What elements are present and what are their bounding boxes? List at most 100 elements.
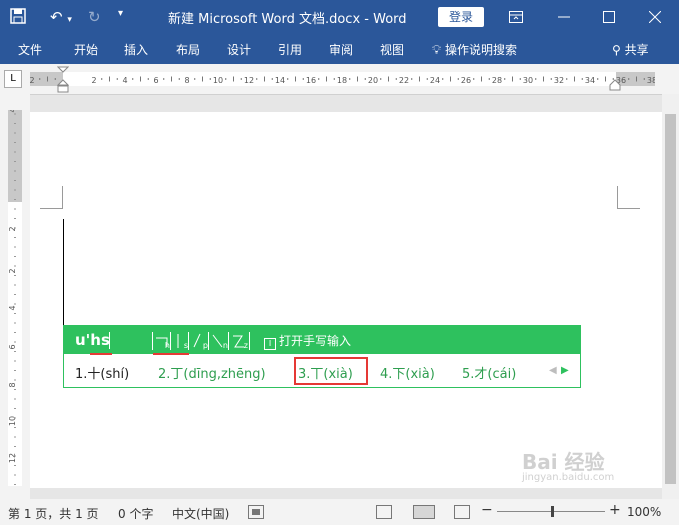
ime-input-underline — [90, 353, 112, 355]
page-count[interactable]: 第 1 页，共 1 页 — [8, 505, 99, 522]
handwrite-input-button[interactable]: I 打开手写输入 — [264, 332, 351, 350]
ruler-label: 14 — [275, 76, 285, 85]
horizontal-ruler[interactable]: 2 2 4 6 8 10 12 14 16 18 20 22 24 26 28 30 32 34 36 38 — [30, 72, 655, 86]
candidate-5[interactable]: 5.才(cái) — [462, 363, 516, 382]
ruler-label: 10 — [213, 76, 223, 85]
close-icon[interactable] — [633, 0, 677, 34]
ruler-label: 30 — [523, 76, 533, 85]
stroke-key-n[interactable]: n — [208, 332, 229, 350]
scrollbar-thumb[interactable] — [665, 114, 676, 484]
candidate-3[interactable]: 3.丅(xià) — [298, 363, 353, 382]
ruler-label: 16 — [306, 76, 316, 85]
save-icon[interactable] — [10, 8, 26, 28]
indent-markers-icon[interactable] — [57, 66, 69, 94]
ruler-label: 2 — [8, 226, 17, 231]
crop-mark-top-right — [617, 186, 640, 209]
tab-stop-selector[interactable]: L — [4, 70, 22, 88]
window-title: 新建 Microsoft Word 文档.docx - Word — [168, 12, 407, 27]
ruler-label: 4 — [8, 305, 17, 310]
tab-insert[interactable]: 插入 — [124, 41, 148, 58]
tab-references[interactable]: 引用 — [278, 41, 302, 58]
vertical-scrollbar[interactable] — [662, 94, 679, 499]
next-page-icon[interactable]: ▶ — [561, 365, 569, 376]
watermark-url: jingyan.baidu.com — [522, 472, 615, 483]
ruler-label: 4 — [8, 110, 17, 113]
vertical-ruler-ticks: 4 2 2 4 6 8 10 12 — [8, 110, 17, 485]
stroke-key-z[interactable]: z — [228, 332, 250, 350]
candidate-2[interactable]: 2.丁(dīng,zhēng) — [158, 363, 266, 382]
stroke-key-s[interactable]: s — [170, 332, 189, 350]
ime-composition: u'hs — [75, 331, 110, 349]
tab-view[interactable]: 视图 — [380, 41, 404, 58]
tell-me-search[interactable]: 💡︎ 操作说明搜索 — [432, 41, 517, 58]
redo-icon[interactable]: ↻ — [88, 8, 101, 26]
watermark-logo: Bai 经验 — [522, 450, 605, 474]
word-count[interactable]: 0 个字 — [118, 505, 153, 522]
tab-design[interactable]: 设计 — [227, 41, 251, 58]
text-cursor — [63, 219, 64, 325]
candidate-4[interactable]: 4.下(xià) — [380, 363, 435, 382]
ruler-label: 8 — [8, 382, 17, 387]
person-icon: ⚲ — [612, 43, 621, 57]
language[interactable]: 中文(中国) — [172, 505, 229, 522]
ime-caret — [109, 332, 110, 349]
zoom-out-icon[interactable]: − — [481, 502, 493, 518]
print-layout-icon[interactable] — [413, 505, 435, 519]
ruler-label: 38 — [647, 76, 655, 85]
ruler-label: 12 — [244, 76, 254, 85]
vertical-ruler-bar: 4 2 2 4 6 8 10 12 — [0, 94, 30, 499]
zoom-in-icon[interactable]: + — [609, 502, 621, 518]
ruler-label: 18 — [337, 76, 347, 85]
ruler-label: 26 — [461, 76, 471, 85]
ruler-label: 2 — [91, 76, 96, 85]
share-label: 共享 — [624, 43, 649, 57]
ruler-label: 10 — [8, 416, 17, 426]
vertical-ruler[interactable]: 4 2 2 4 6 8 10 12 — [8, 110, 22, 486]
tab-layout[interactable]: 布局 — [176, 41, 200, 58]
title-bar: ↶ ▾ ↻ ▾ 新建 Microsoft Word 文档.docx - Word… — [0, 0, 679, 34]
login-button[interactable]: 登录 — [438, 7, 484, 27]
right-indent-marker-icon[interactable] — [609, 78, 621, 92]
tab-file[interactable]: 文件 — [18, 41, 42, 58]
ribbon-display-options-icon[interactable] — [494, 0, 538, 34]
maximize-icon[interactable] — [587, 0, 631, 34]
ruler-label: 2 — [8, 268, 17, 273]
read-mode-icon[interactable] — [376, 505, 392, 519]
share-button[interactable]: ⚲ 共享 — [612, 41, 649, 58]
ime-input-bar: u'hs h s p n z I 打开手写输入 — [64, 326, 580, 354]
tell-me-label: 操作说明搜索 — [444, 43, 517, 57]
undo-icon[interactable]: ↶ ▾ — [50, 8, 72, 26]
ruler-label: 6 — [153, 76, 158, 85]
zoom-slider-thumb[interactable] — [551, 506, 554, 517]
ruler-label: 8 — [184, 76, 189, 85]
status-bar: 第 1 页，共 1 页 0 个字 中文(中国) − + 100% — [0, 499, 679, 525]
ruler-label: 24 — [430, 76, 440, 85]
ribbon-tabs: 文件 开始 插入 布局 设计 引用 审阅 视图 💡︎ 操作说明搜索 ⚲ 共享 — [0, 34, 679, 64]
crop-mark-top-left — [40, 186, 63, 209]
prev-page-icon[interactable]: ◀ — [549, 365, 557, 376]
ruler-label: 12 — [8, 453, 17, 463]
document-page[interactable] — [30, 112, 662, 488]
minimize-icon[interactable] — [542, 0, 586, 34]
tab-review[interactable]: 审阅 — [329, 41, 353, 58]
ruler-label: 4 — [122, 76, 127, 85]
horizontal-ruler-bar: L 2 2 4 6 8 10 12 14 16 18 20 22 24 26 28 30 32 34 36 38 — [0, 64, 679, 95]
horizontal-ruler-ticks: 2 2 4 6 8 10 12 14 16 18 20 22 24 26 28 30 32 34 36 38 — [30, 76, 655, 85]
ruler-label: 2 — [30, 76, 35, 85]
candidate-1[interactable]: 1.十(shí) — [75, 363, 129, 382]
stroke-key-p[interactable]: p — [188, 332, 209, 350]
zoom-level[interactable]: 100% — [627, 505, 661, 519]
ruler-label: 20 — [368, 76, 378, 85]
baidu-watermark: Bai 经验 jingyan.baidu.com — [492, 446, 642, 492]
handwrite-label: 打开手写输入 — [279, 334, 352, 348]
tab-home[interactable]: 开始 — [74, 41, 98, 58]
ruler-label: 28 — [492, 76, 502, 85]
ime-stroke-underline — [153, 353, 189, 355]
handwrite-icon: I — [264, 338, 276, 350]
stroke-key-h[interactable]: h — [152, 332, 171, 350]
macro-record-icon[interactable] — [248, 505, 264, 522]
ruler-label: 34 — [585, 76, 595, 85]
web-layout-icon[interactable] — [454, 505, 470, 519]
lightbulb-icon: 💡︎ — [432, 43, 442, 58]
customize-qat-icon[interactable]: ▾ — [118, 8, 123, 19]
